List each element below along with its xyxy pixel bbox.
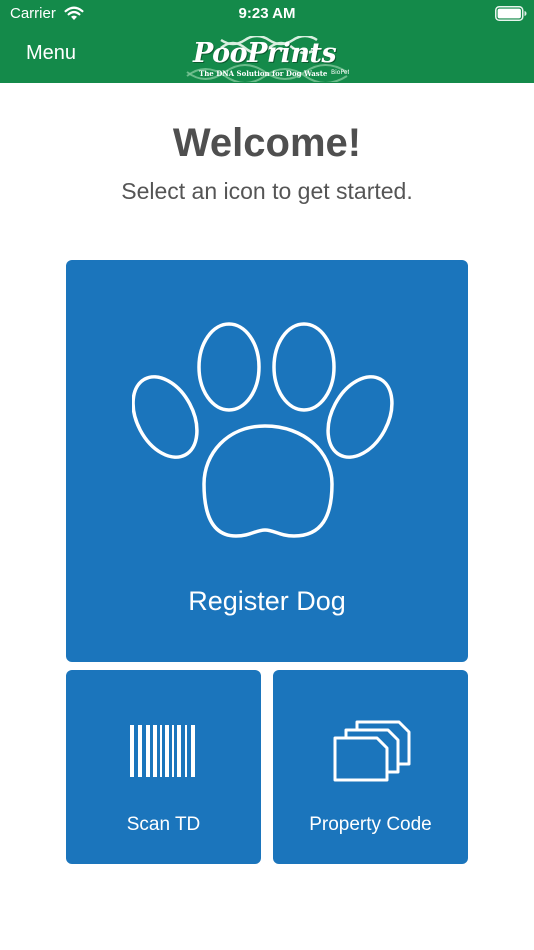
nav-bar: Menu BioPet PooPrints The DNA Solution f… (0, 28, 534, 83)
app-header: Carrier 9:23 AM Menu BioPet PooPrints Th… (0, 0, 534, 83)
register-dog-label: Register Dog (188, 586, 346, 616)
menu-button[interactable]: Menu (26, 42, 76, 65)
folders-icon (333, 720, 411, 782)
scan-td-button[interactable]: Scan TD (66, 670, 261, 864)
pooprints-logo: BioPet PooPrints The DNA Solution for Do… (185, 36, 349, 82)
svg-text:BioPet: BioPet (331, 69, 349, 76)
page-title: Welcome! (172, 121, 362, 165)
scan-td-label: Scan TD (126, 814, 201, 835)
property-code-label: Property Code (309, 814, 432, 835)
register-dog-button[interactable]: Register Dog (66, 260, 468, 662)
paw-icon (132, 322, 394, 538)
logo-wordmark: PooPrints (193, 38, 337, 69)
status-time: 9:23 AM (238, 5, 296, 22)
logo-tagline: The DNA Solution for Dog Waste (199, 69, 328, 78)
status-bar: Carrier 9:23 AM (0, 0, 534, 28)
battery-icon (495, 6, 527, 21)
barcode-icon (130, 725, 195, 777)
property-code-button[interactable]: Property Code (273, 670, 468, 864)
page-subtitle: Select an icon to get started. (121, 178, 413, 204)
